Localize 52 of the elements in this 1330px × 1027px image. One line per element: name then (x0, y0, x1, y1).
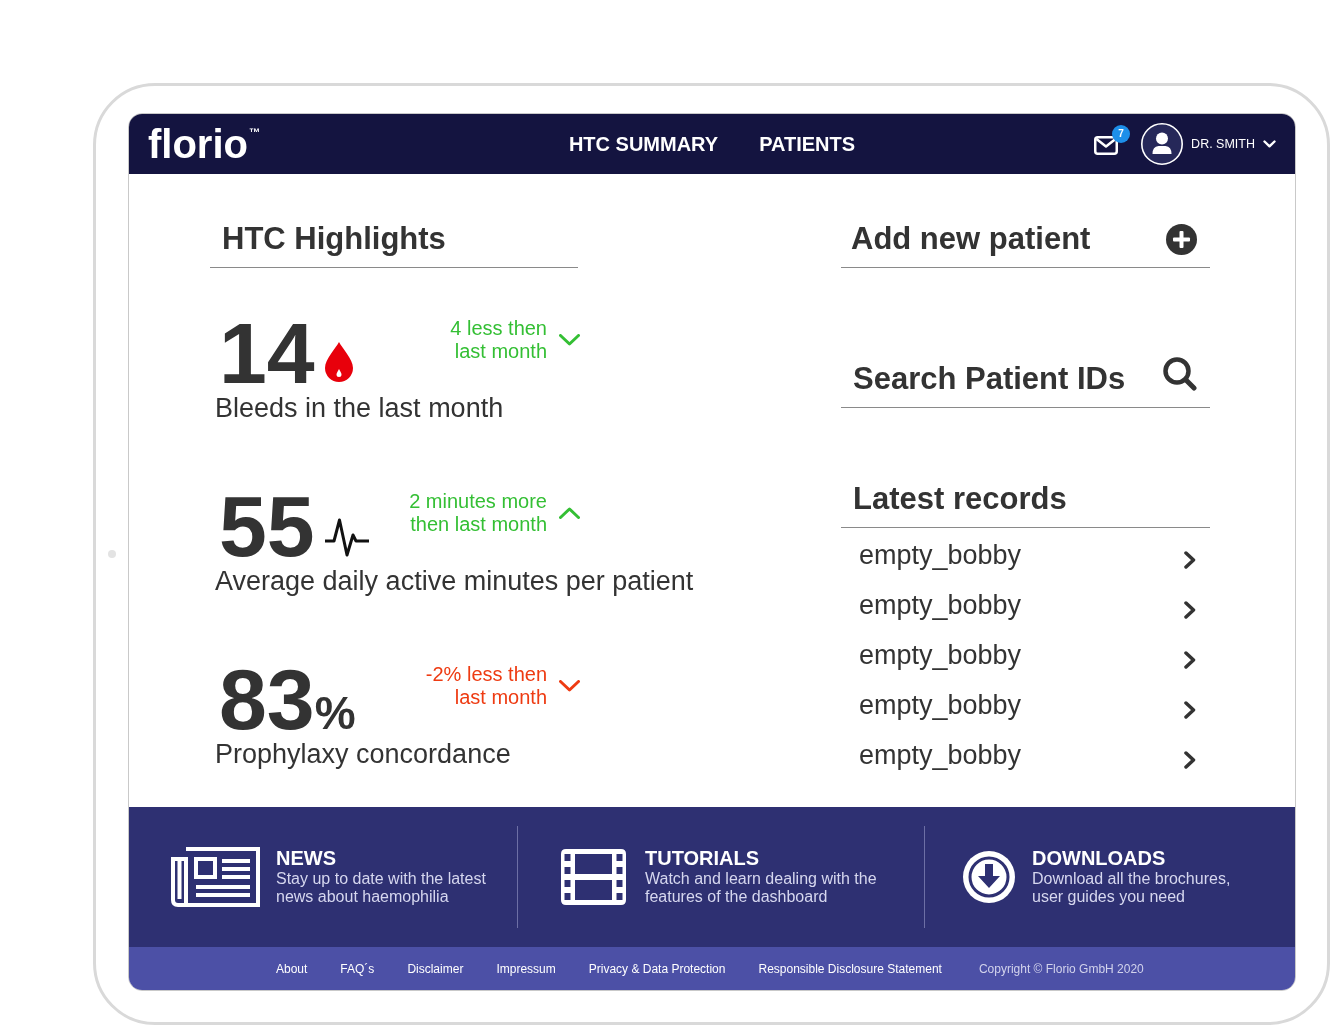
mail-icon[interactable] (1094, 135, 1119, 155)
search-icon (1163, 357, 1197, 391)
nav-link[interactable]: PATIENTS (759, 132, 856, 156)
trend-text: 2 minutes more then last month (409, 490, 547, 536)
stat-label: Bleeds in the last month (215, 393, 504, 423)
notification-badge: 7 (1112, 124, 1131, 143)
section-heading: Latest records (853, 481, 1067, 516)
footer-link[interactable]: Privacy & Data Protection (588, 961, 726, 976)
stat-value: 14 (219, 313, 315, 393)
trend-text: -2% less then last month (425, 663, 547, 709)
heartbeat-icon (324, 517, 369, 558)
stat-value: 83% (219, 659, 356, 739)
avatar-icon (1141, 123, 1184, 165)
record-item[interactable]: empty_bobby (841, 530, 1210, 580)
download-icon (963, 851, 1015, 903)
search-patient-button[interactable]: Search Patient IDs (853, 360, 1197, 398)
record-item[interactable]: empty_bobby (841, 630, 1210, 680)
stat-value: 55 (219, 486, 315, 566)
add-patient-button[interactable]: Add new patient (851, 220, 1197, 258)
footer-section-description: Download all the brochures, user guides you need (1032, 870, 1231, 906)
user-menu-button[interactable]: DR. SMITH (1141, 123, 1276, 165)
blood-drop-icon (324, 342, 353, 382)
footer-link[interactable]: Disclaimer (407, 961, 464, 976)
nav-link[interactable]: HTC SUMMARY (568, 132, 719, 156)
footer-link[interactable]: Impressum (496, 961, 556, 976)
chevron-right-icon (1184, 650, 1196, 669)
stat-label: Average daily active minutes per patient (215, 566, 694, 596)
logo[interactable]: florio™ (148, 124, 260, 164)
stat-label: Prophylaxy concordance (215, 739, 511, 769)
camera-dot-icon (108, 550, 116, 558)
footer-section-link[interactable]: NEWS (276, 846, 336, 870)
chevron-right-icon (1184, 700, 1196, 719)
plus-circle-icon (1166, 223, 1197, 255)
record-item[interactable]: empty_bobby (841, 680, 1210, 730)
footer-link[interactable]: FAQ´s (340, 961, 375, 976)
newspaper-icon (171, 847, 260, 907)
footer-section-link[interactable]: TUTORIALS (645, 846, 760, 870)
footer-section-description: Stay up to date with the latest news about haemophilia (276, 870, 486, 906)
footer-link[interactable]: About (276, 961, 308, 976)
copyright-text: Copyright © Florio GmbH 2020 (978, 961, 1144, 976)
chevron-down-icon (1263, 140, 1276, 148)
chevron-right-icon (1184, 750, 1196, 769)
record-item[interactable]: empty_bobby (841, 580, 1210, 630)
footer-section-description: Watch and learn dealing with the features of the dashboard (645, 870, 877, 906)
footer-section-link[interactable]: DOWNLOADS (1032, 846, 1166, 870)
footer-link[interactable]: Responsible Disclosure Statement (758, 961, 942, 976)
section-heading: HTC Highlights (222, 221, 446, 256)
trend-text: 4 less then last month (450, 317, 547, 363)
film-strip-icon (561, 849, 626, 905)
chevron-right-icon (1184, 600, 1196, 619)
chevron-right-icon (1184, 550, 1196, 569)
record-item[interactable]: empty_bobby (841, 730, 1210, 780)
